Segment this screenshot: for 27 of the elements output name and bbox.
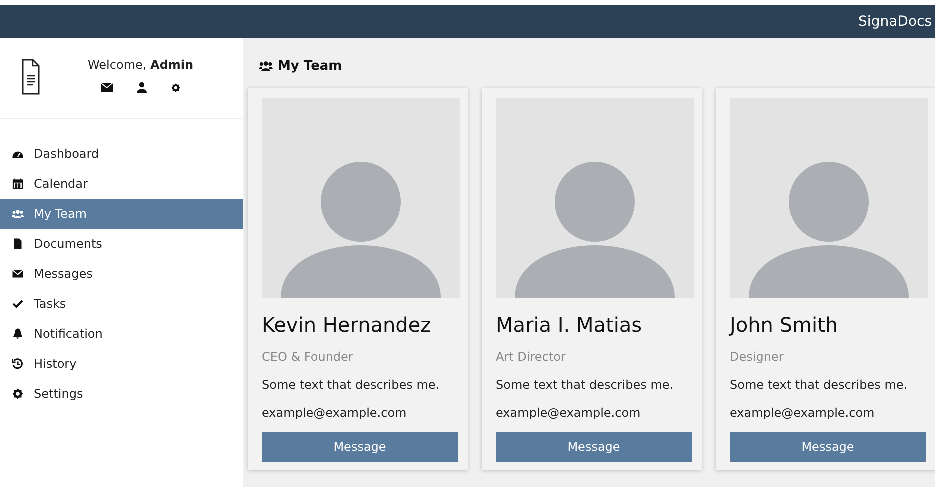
member-email: example@example.com [730,406,876,420]
message-button[interactable]: Message [730,432,926,462]
welcome-text: Welcome, Admin [88,58,194,72]
member-email: example@example.com [496,406,642,420]
member-name: Maria I. Matias [496,313,644,337]
nav-item[interactable]: Settings [0,379,243,409]
page-title: My Team [278,58,342,74]
nav-item[interactable]: My Team [0,199,243,229]
nav-item[interactable]: History [0,349,243,379]
member-name: John Smith [730,313,840,337]
nav-item[interactable]: Calendar [0,169,243,199]
member-description: Some text that describes me. [730,378,909,392]
member-name: Kevin Hernandez [262,313,432,337]
member-email: example@example.com [262,406,408,420]
member-description: Some text that describes me. [262,378,441,392]
nav-item[interactable]: Messages [0,259,243,289]
member-role: Art Director [496,350,567,364]
member-role: Designer [730,350,785,364]
brand-name: SignaDocs [858,14,932,30]
member-role: CEO & Founder [262,350,354,364]
nav-item[interactable]: Notification [0,319,243,349]
nav-item[interactable]: Tasks [0,289,243,319]
message-button[interactable]: Message [496,432,692,462]
message-button[interactable]: Message [262,432,458,462]
nav-item[interactable]: Documents [0,229,243,259]
nav-item[interactable]: Dashboard [0,139,243,169]
member-description: Some text that describes me. [496,378,675,392]
